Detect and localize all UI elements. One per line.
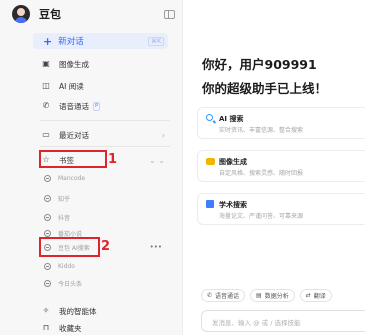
sidebar-item-favorites[interactable]: ⊓ 收藏夹 xyxy=(41,321,171,335)
globe-icon xyxy=(44,262,51,270)
bookmark-item[interactable]: 抖音 xyxy=(44,211,164,223)
sidebar-item-label: 我的智能体 xyxy=(59,306,97,316)
highlight-box-bookmarks xyxy=(39,150,107,168)
sidebar-header: 豆包 xyxy=(12,4,175,24)
sidebar-item-voice-call[interactable]: ✆ 语音通话 P xyxy=(41,99,171,113)
divider xyxy=(40,120,170,121)
annotation-marker-1: 1 xyxy=(108,152,118,167)
globe-icon xyxy=(44,279,51,287)
globe-icon xyxy=(44,174,51,182)
feature-card-ai-search[interactable]: AI 搜索 实时资讯、丰富信源、整合搜索 xyxy=(197,107,365,139)
sparkle-icon: ✧ xyxy=(42,306,50,315)
card-title: 图像生成 xyxy=(219,158,247,166)
card-desc: 海量论文、严谨问答、可靠来源 xyxy=(219,213,304,220)
bookmark-item[interactable]: 今日头条 xyxy=(44,277,164,289)
new-chat-label: 新对话 xyxy=(58,37,84,47)
phone-icon: ✆ xyxy=(42,101,50,110)
chip-label: 数据分析 xyxy=(264,293,289,300)
voice-call-chip[interactable]: ✆ 语音通话 xyxy=(201,289,246,302)
feature-card-image-gen[interactable]: 图像生成 自定风格、搜索灵感、随时回报 xyxy=(197,150,365,182)
globe-icon xyxy=(44,194,51,202)
bookmark-item[interactable]: Kiddo xyxy=(44,260,164,272)
data-analysis-chip[interactable]: ▤ 数据分析 xyxy=(250,289,295,302)
search-icon xyxy=(206,114,213,121)
globe-icon xyxy=(44,213,51,221)
sidebar-item-label: 语音通话 xyxy=(59,101,89,111)
more-options-icon[interactable]: ••• xyxy=(150,243,162,251)
shortcut-hint: ⌘K xyxy=(148,36,164,46)
card-title: AI 搜索 xyxy=(219,115,244,123)
card-desc: 自定风格、搜索灵感、随时回报 xyxy=(219,170,304,177)
bookmark-icon: ⊓ xyxy=(42,323,50,332)
avatar[interactable] xyxy=(12,5,30,23)
chevron-down-icon: ⌄ ⌄ xyxy=(149,155,165,165)
sidebar-item-my-agents[interactable]: ✧ 我的智能体 xyxy=(41,304,171,318)
book-icon: ◫ xyxy=(42,81,50,90)
sidebar-item-image-gen[interactable]: ▣ 图像生成 xyxy=(41,57,171,71)
phone-icon: ✆ xyxy=(207,292,213,299)
sidebar-item-label: 图像生成 xyxy=(59,59,89,69)
greeting-subtitle: 你的超级助手已上线！ xyxy=(202,81,328,96)
quick-actions: ✆ 语音通话 ▤ 数据分析 ⇄ 翻译 xyxy=(201,289,332,302)
sidebar-item-label: 收藏夹 xyxy=(59,323,82,333)
plus-icon: + xyxy=(43,34,53,48)
chat-icon: ▭ xyxy=(42,130,50,139)
bookmark-label: 抖音 xyxy=(58,214,71,222)
globe-icon xyxy=(44,229,51,237)
sidebar-item-label: 最近对话 xyxy=(59,130,89,140)
chevron-right-icon: › xyxy=(161,130,165,140)
app-name: 豆包 xyxy=(39,8,61,21)
bookmark-label: Mancode xyxy=(58,174,86,182)
new-chat-button[interactable]: + 新对话 ⌘K xyxy=(33,33,168,49)
greeting-title: 你好，用户909991 xyxy=(202,57,317,72)
translate-icon: ⇄ xyxy=(305,292,311,299)
chip-label: 翻译 xyxy=(313,293,326,300)
card-title: 学术搜索 xyxy=(219,201,247,209)
bookmark-label: 知乎 xyxy=(58,195,71,203)
sidebar-item-label: AI 阅读 xyxy=(59,81,84,91)
bookmark-label: Kiddo xyxy=(58,262,75,270)
annotation-marker-2: 2 xyxy=(101,239,111,254)
chip-label: 语音通话 xyxy=(215,293,240,300)
image-icon xyxy=(206,158,215,165)
main-panel: 你好，用户909991 你的超级助手已上线！ AI 搜索 实时资讯、丰富信源、整… xyxy=(183,0,365,335)
highlight-box-ai-search xyxy=(39,237,100,257)
card-desc: 实时资讯、丰富信源、整合搜索 xyxy=(219,127,304,134)
translate-chip[interactable]: ⇄ 翻译 xyxy=(299,289,332,302)
image-icon: ▣ xyxy=(42,59,50,68)
sidebar-item-ai-reading[interactable]: ◫ AI 阅读 xyxy=(41,79,171,93)
bookmark-label: 今日头条 xyxy=(58,280,83,288)
sidebar: 豆包 + 新对话 ⌘K ▣ 图像生成 ◫ AI 阅读 ✆ 语音通话 P ▭ 最近… xyxy=(0,0,183,335)
input-placeholder: 发消息、输入 @ 或 / 选择技能 xyxy=(212,319,301,327)
sidebar-item-recent[interactable]: ▭ 最近对话 › xyxy=(41,128,171,142)
message-input[interactable]: 发消息、输入 @ 或 / 选择技能 xyxy=(201,310,365,332)
bookmark-item[interactable]: Mancode xyxy=(44,172,164,184)
book-icon xyxy=(206,200,214,208)
beta-badge: P xyxy=(93,101,101,111)
bookmark-item[interactable]: 知乎 xyxy=(44,192,164,204)
sidebar-collapse-icon[interactable] xyxy=(164,9,175,19)
chart-icon: ▤ xyxy=(256,292,262,299)
divider xyxy=(40,146,170,147)
feature-card-academic[interactable]: 学术搜索 海量论文、严谨问答、可靠来源 xyxy=(197,193,365,225)
